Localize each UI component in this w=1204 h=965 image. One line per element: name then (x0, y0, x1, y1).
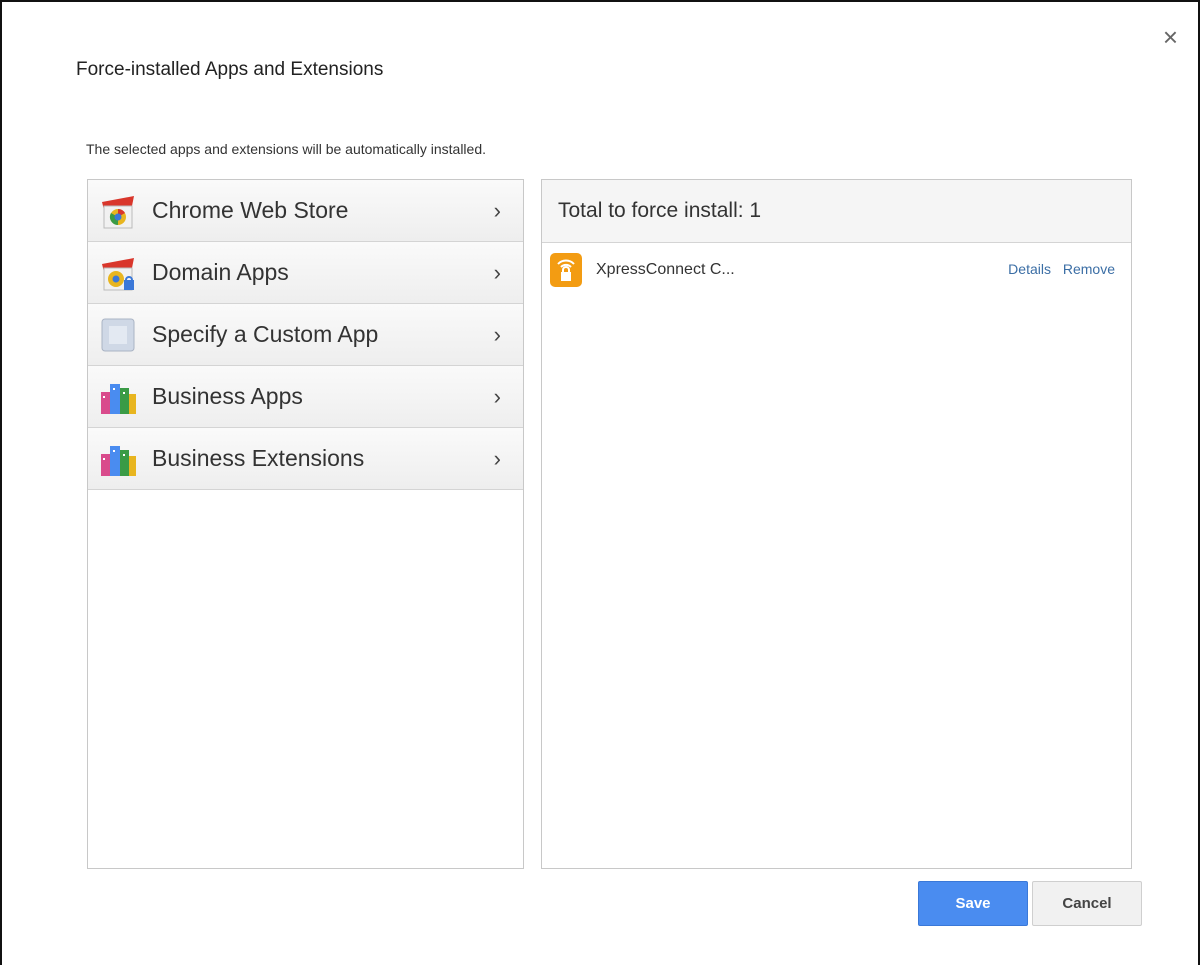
source-list-panel: Chrome Web Store › Domain Apps › Specify… (87, 179, 524, 869)
source-item-chrome-web-store[interactable]: Chrome Web Store › (88, 180, 523, 242)
cancel-button[interactable]: Cancel (1032, 881, 1142, 926)
app-name: XpressConnect C... (596, 261, 735, 278)
chevron-right-icon: › (493, 259, 501, 285)
business-apps-icon (96, 377, 140, 417)
app-actions: Details Remove (1000, 261, 1115, 277)
save-button[interactable]: Save (918, 881, 1028, 926)
selected-apps-panel: Total to force install: 1 XpressConnect … (541, 179, 1132, 869)
source-item-business-apps[interactable]: Business Apps › (88, 366, 523, 428)
wifi-lock-icon (550, 253, 582, 287)
source-item-domain-apps[interactable]: Domain Apps › (88, 242, 523, 304)
dialog-subtitle: The selected apps and extensions will be… (86, 141, 487, 157)
source-item-label: Chrome Web Store (152, 197, 349, 223)
force-install-count: Total to force install: 1 (542, 180, 1131, 243)
source-item-label: Business Apps (152, 383, 303, 409)
chrome-web-store-icon (96, 191, 140, 231)
chevron-right-icon: › (493, 445, 501, 471)
force-install-dialog: × Force-installed Apps and Extensions Th… (0, 0, 1200, 965)
source-item-label: Domain Apps (152, 259, 289, 285)
details-link[interactable]: Details (1008, 261, 1051, 277)
source-item-business-extensions[interactable]: Business Extensions › (88, 428, 523, 490)
selected-app-row: XpressConnect C... Details Remove (542, 243, 1131, 297)
remove-link[interactable]: Remove (1063, 261, 1115, 277)
chevron-right-icon: › (493, 321, 501, 347)
domain-apps-icon (96, 253, 140, 293)
chevron-right-icon: › (493, 383, 501, 409)
dialog-title: Force-installed Apps and Extensions (76, 59, 384, 80)
chevron-right-icon: › (493, 197, 501, 223)
source-item-label: Specify a Custom App (152, 321, 379, 347)
custom-app-icon (96, 315, 140, 355)
business-extensions-icon (96, 439, 140, 479)
source-item-label: Business Extensions (152, 445, 365, 471)
close-icon[interactable]: × (1163, 24, 1178, 50)
source-item-custom-app[interactable]: Specify a Custom App › (88, 304, 523, 366)
